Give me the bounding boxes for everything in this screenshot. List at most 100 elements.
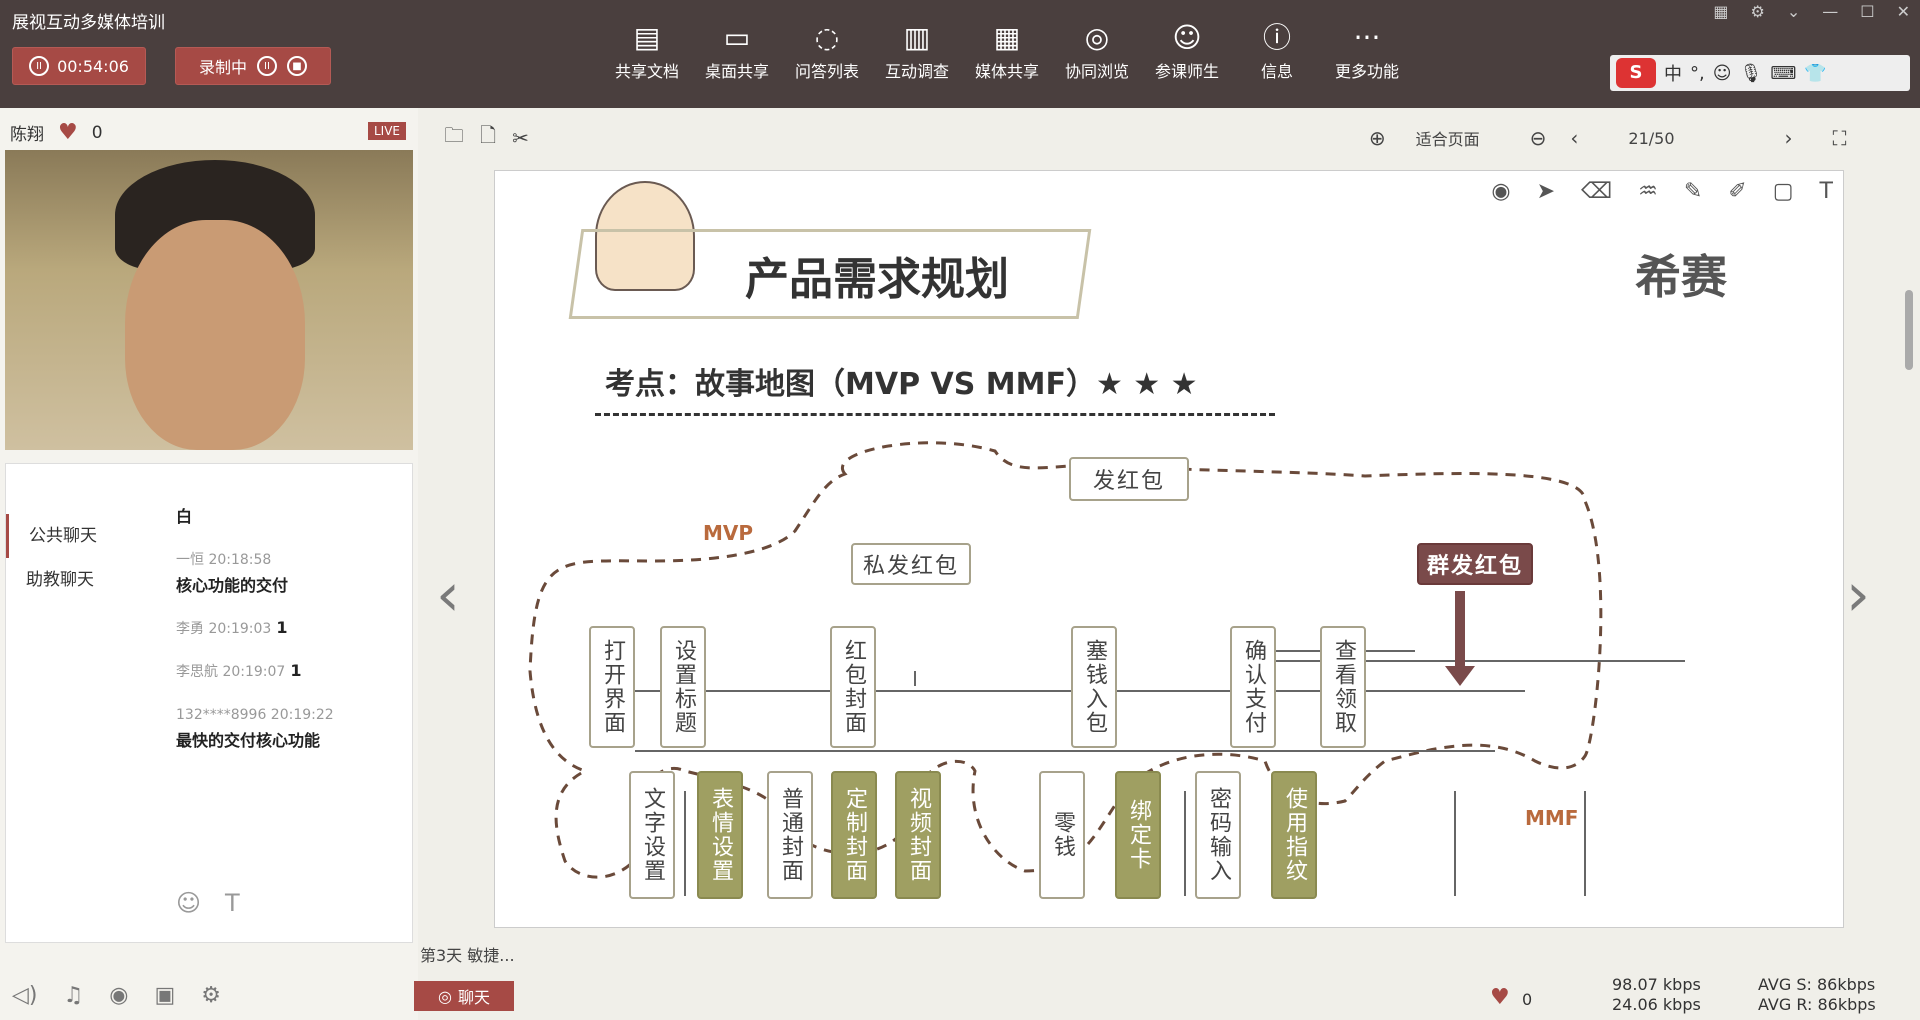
likes-count: 0 [91,122,103,143]
next-page-icon[interactable]: › [1785,126,1793,150]
tab-public-chat[interactable]: 公共聊天 [6,514,116,558]
slide-scrollbar[interactable] [1905,290,1913,370]
step-node: 塞钱入包 [1071,626,1117,748]
chat-tabs: 公共聊天 助教聊天 [6,514,116,602]
compass-icon: ◎ [1084,21,1110,54]
chat-input-tools: ☺ T [176,889,240,917]
presenter-video [5,150,413,450]
page-indicator[interactable]: 21/50 [1628,129,1674,148]
heart-icon[interactable]: ♥ [58,120,78,145]
speaker-icon[interactable]: ◁) [12,983,38,1008]
tool-desktop-share[interactable]: ▭ 桌面共享 [692,18,782,82]
monitor-icon: ▭ [723,21,751,54]
document-icon: ▤ [633,21,661,54]
sub-node: 普通封面 [767,771,813,899]
download-rate: 24.06 kbps [1612,995,1701,1014]
tool-label: 协同浏览 [1064,62,1129,81]
tool-media-share[interactable]: ▦ 媒体共享 [962,18,1052,82]
record-button[interactable]: 录制中 II ■ [175,47,331,85]
ime-lang[interactable]: 中 [1664,60,1682,86]
sub-node: 绑定卡 [1115,771,1161,899]
sub-node: 使用指纹 [1271,771,1317,899]
scissors-icon[interactable]: ✂ [512,126,529,150]
step-node: 查看领取 [1320,626,1366,748]
minimize-icon[interactable]: — [1822,2,1838,21]
people-icon: ☺ [1172,21,1202,54]
message-meta: 132****8996 20:19:22 [176,707,334,723]
network-rates: 98.07 kbps 24.06 kbps [1612,975,1701,1015]
gear-icon[interactable]: ⚙ [1751,2,1765,21]
next-slide-arrow[interactable]: › [1846,560,1870,630]
file-icon[interactable]: 🗋 [480,121,496,155]
tool-label: 更多功能 [1334,62,1399,81]
emoji-icon[interactable]: ☺ [1713,63,1732,84]
info-icon: ⓘ [1262,21,1291,54]
chat-panel: 公共聊天 助教聊天 白 一恒 20:18:58 核心功能的交付 李勇 20:19:… [5,463,413,943]
tool-survey[interactable]: ▥ 互动调查 [872,18,962,82]
zoom-out-icon[interactable]: ⊖ [1530,126,1547,150]
document-tab[interactable]: 第3天 敏捷... [420,942,515,966]
tool-qa[interactable]: ◌ 问答列表 [782,18,872,82]
tool-share-doc[interactable]: ▤ 共享文档 [602,18,692,82]
chat-button[interactable]: ◎ 聊天 [414,981,514,1011]
tab-assistant-chat[interactable]: 助教聊天 [6,558,116,602]
tool-label: 互动调查 [884,62,949,81]
avg-rates: AVG S: 86kbps AVG R: 86kbps [1758,975,1876,1015]
message-meta: 李思航 20:19:07 [176,664,286,680]
pause-icon: II [29,56,50,76]
mvp-label: MVP [703,521,754,545]
chevron-down-icon[interactable]: ⌄ [1787,2,1800,21]
upload-rate: 98.07 kbps [1612,975,1701,994]
pause-record-icon[interactable]: II [257,56,277,76]
step-node: 打开界面 [589,626,635,748]
chat-messages: 白 一恒 20:18:58 核心功能的交付 李勇 20:19:03 1 李思航 2… [176,504,356,770]
group-arrow [1445,591,1475,686]
mmf-label: MMF [1525,806,1579,830]
step-node: 确认支付 [1230,626,1276,748]
shirt-icon[interactable]: 👕 [1804,63,1826,84]
image-icon[interactable]: ▣ [154,983,175,1008]
tool-label: 问答列表 [794,62,859,81]
tool-more[interactable]: ··· 更多功能 [1322,18,1412,82]
tool-participants[interactable]: ☺ 参课师生 [1142,18,1232,82]
tool-label: 媒体共享 [974,62,1039,81]
punct-icon[interactable]: °, [1690,63,1705,84]
fit-page-select[interactable]: 适合页面 [1416,126,1480,150]
fullscreen-icon[interactable]: ⛶ [1833,126,1847,150]
sub-node: 零钱 [1039,771,1085,899]
maximize-icon[interactable]: ☐ [1860,2,1874,21]
chat-message: 李思航 20:19:07 1 [176,658,356,685]
chat-message: 132****8996 20:19:22 最快的交付核心功能 [176,701,356,754]
sub-node: 密码输入 [1195,771,1241,899]
close-icon[interactable]: ✕ [1897,2,1910,21]
chat-message: 李勇 20:19:03 1 [176,615,356,642]
slide-canvas: ◉ ➤ ⌫ ♒ ✎ ✐ ▢ T 产品需求规划 希赛 考点：故事地图（MVP VS MMF）★ … [494,170,1844,928]
chat-button-label: 聊天 [457,988,490,1007]
settings-icon[interactable]: ⚙ [201,983,221,1008]
sogou-icon[interactable]: S [1616,58,1656,88]
chat-message: 一恒 20:18:58 核心功能的交付 [176,546,356,599]
step-node: 设置标题 [660,626,706,748]
grid-icon[interactable]: ▦ [1713,2,1728,21]
message-text: 核心功能的交付 [176,576,289,595]
mic-icon[interactable]: 🎙 [1740,63,1763,84]
keyboard-icon[interactable]: ⌨ [1770,63,1796,84]
emoji-icon[interactable]: ☺ [176,889,201,917]
tool-info[interactable]: ⓘ 信息 [1232,18,1322,82]
zoom-in-icon[interactable]: ⊕ [1369,126,1386,150]
message-meta: 一恒 20:18:58 [176,552,272,568]
folder-icon[interactable]: 🗀 [444,121,464,155]
text-format-icon[interactable]: T [225,889,240,917]
bottom-heart-icon[interactable]: ♥ [1490,985,1510,1010]
chat-bubble-icon: ◎ [438,986,452,1006]
prev-slide-arrow[interactable]: ‹ [436,560,460,630]
prev-page-icon[interactable]: ‹ [1570,126,1578,150]
mic-icon[interactable]: ♫ [64,983,84,1008]
sub-node: 视频封面 [895,771,941,899]
chart-icon: ▥ [903,21,931,54]
camera-icon[interactable]: ◉ [109,983,128,1008]
tool-cobrowse[interactable]: ◎ 协同浏览 [1052,18,1142,82]
stop-record-icon[interactable]: ■ [287,56,307,76]
private-branch [605,671,1525,692]
timer-button[interactable]: II 00:54:06 [12,47,146,85]
